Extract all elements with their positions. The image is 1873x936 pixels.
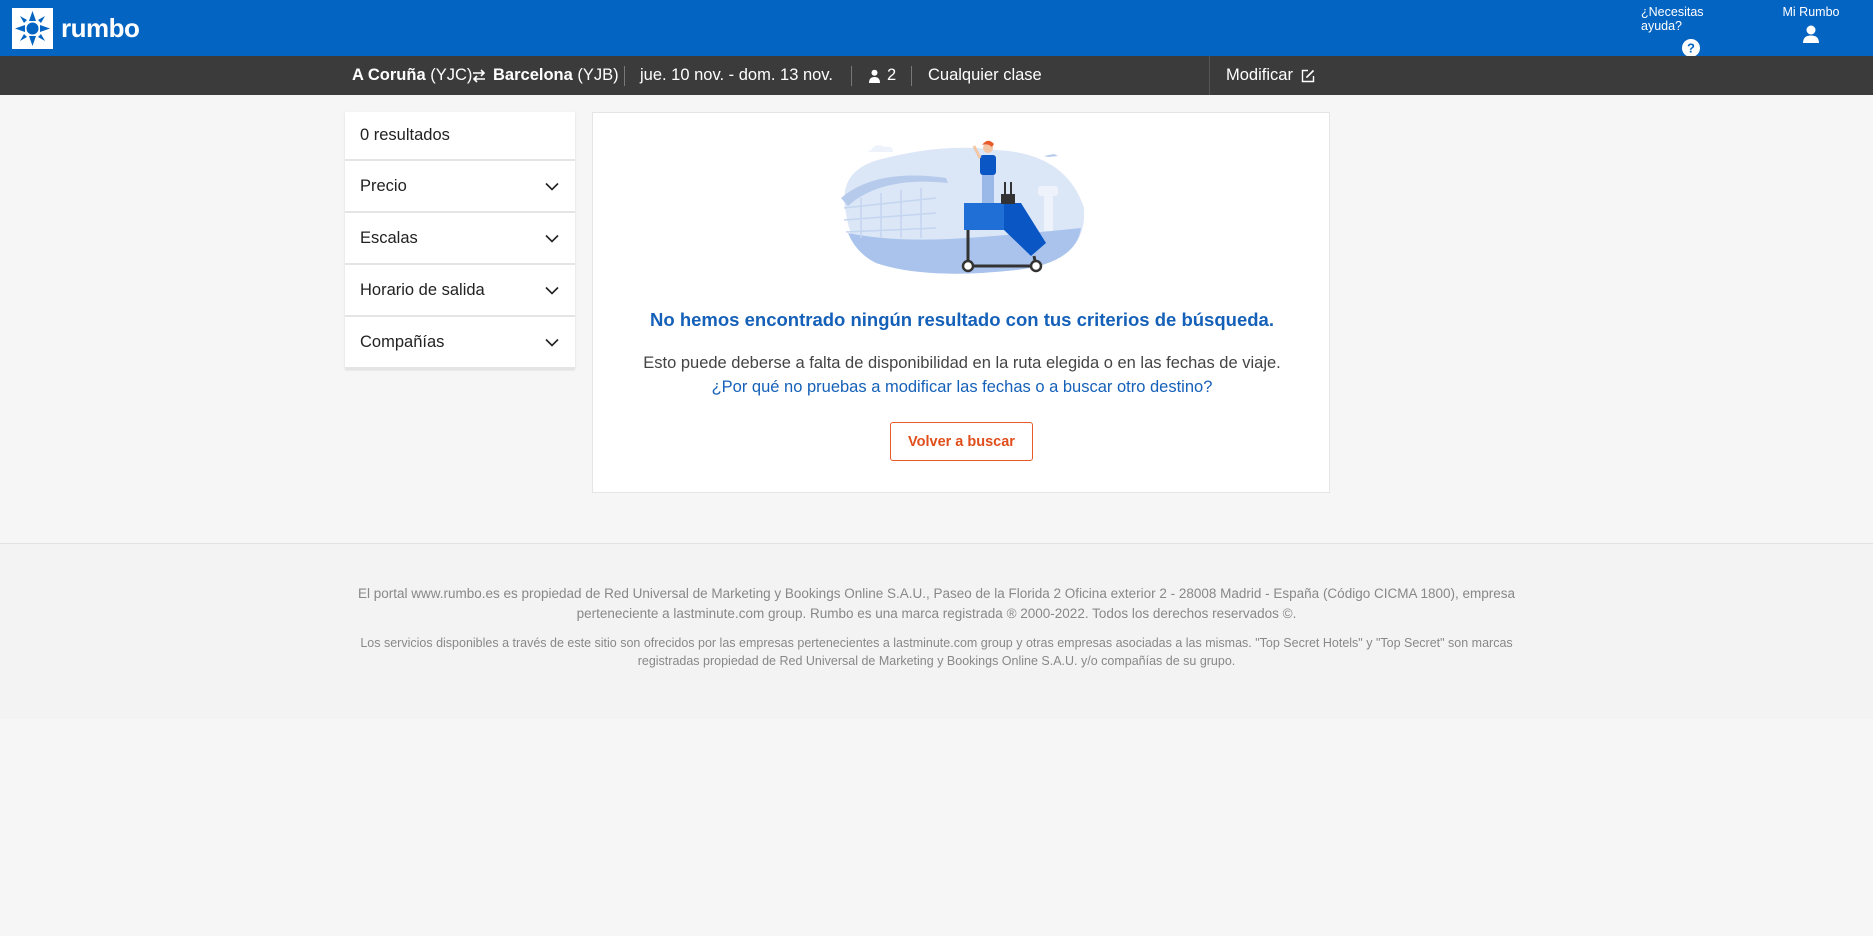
chevron-down-icon <box>545 338 559 347</box>
origin-city: A Coruña <box>352 66 426 84</box>
footer: El portal www.rumbo.es es propiedad de R… <box>0 543 1873 719</box>
passenger-icon <box>869 69 880 83</box>
rumbo-logo[interactable]: rumbo <box>12 7 140 49</box>
account-link[interactable]: Mi Rumbo <box>1771 5 1851 44</box>
passengers: 2 <box>868 56 896 95</box>
filter-label: Horario de salida <box>360 280 485 299</box>
footer-services-text: Los servicios disponibles a través de es… <box>360 636 1513 668</box>
filter-departure-time[interactable]: Horario de salida <box>345 265 575 317</box>
search-again-button[interactable]: Volver a buscar <box>890 422 1033 461</box>
destination-city: Barcelona <box>493 66 573 84</box>
footer-legal-text: El portal www.rumbo.es es propiedad de R… <box>357 586 1516 621</box>
separator <box>911 66 912 86</box>
page-background <box>0 719 1873 936</box>
traveler-illustration <box>841 140 1085 274</box>
search-summary-bar: A Coruña (YJC) Barcelona (YJB) jue. 10 n… <box>0 56 1873 95</box>
no-results-description: Esto puede deberse a falta de disponibil… <box>643 354 1281 372</box>
user-icon <box>1803 25 1819 43</box>
separator <box>624 66 625 86</box>
results-count: 0 resultados <box>345 112 575 161</box>
origin-code: (YJC) <box>430 66 473 84</box>
edit-icon <box>1301 69 1315 82</box>
results-count-label: 0 resultados <box>360 126 450 144</box>
svg-text:?: ? <box>1687 41 1695 56</box>
filter-label: Precio <box>360 176 407 195</box>
help-label: ¿Necesitas ayuda? <box>1641 5 1704 33</box>
destination-code: (YJB) <box>577 66 619 84</box>
modify-label: Modificar <box>1226 66 1293 84</box>
filter-label: Escalas <box>360 228 418 247</box>
account-label: Mi Rumbo <box>1782 5 1840 19</box>
no-results-card: No hemos encontrado ningún resultado con… <box>592 112 1330 493</box>
no-results-title: No hemos encontrado ningún resultado con… <box>650 309 1274 330</box>
modify-search-button[interactable]: Modificar <box>1226 56 1315 95</box>
separator <box>851 66 852 86</box>
cabin-class: Cualquier clase <box>928 66 1042 84</box>
separator <box>1209 56 1210 95</box>
help-icon: ? <box>1682 39 1700 57</box>
filter-stops[interactable]: Escalas <box>345 213 575 265</box>
modify-dates-link[interactable]: ¿Por qué no pruebas a modificar las fech… <box>593 375 1331 399</box>
rumbo-logo-icon <box>12 7 53 49</box>
swap-arrows-icon <box>471 56 487 95</box>
filter-price[interactable]: Precio <box>345 161 575 213</box>
route-destination: Barcelona (YJB) <box>493 56 619 95</box>
help-link[interactable]: ¿Necesitas ayuda? ? <box>1641 5 1741 58</box>
filter-label: Compañías <box>360 332 445 351</box>
chevron-down-icon <box>545 182 559 191</box>
chevron-down-icon <box>545 234 559 243</box>
passenger-count: 2 <box>887 66 897 84</box>
brand-name: rumbo <box>61 13 140 43</box>
filter-airlines[interactable]: Compañías <box>345 317 575 369</box>
travel-dates: jue. 10 nov. - dom. 13 nov. <box>640 66 833 84</box>
route-origin: A Coruña (YJC) <box>352 56 472 95</box>
chevron-down-icon <box>545 286 559 295</box>
filters-panel: 0 resultados Precio Escalas Horario de s… <box>345 112 575 369</box>
top-header: rumbo ¿Necesitas ayuda? ? Mi Rumbo <box>0 0 1873 58</box>
